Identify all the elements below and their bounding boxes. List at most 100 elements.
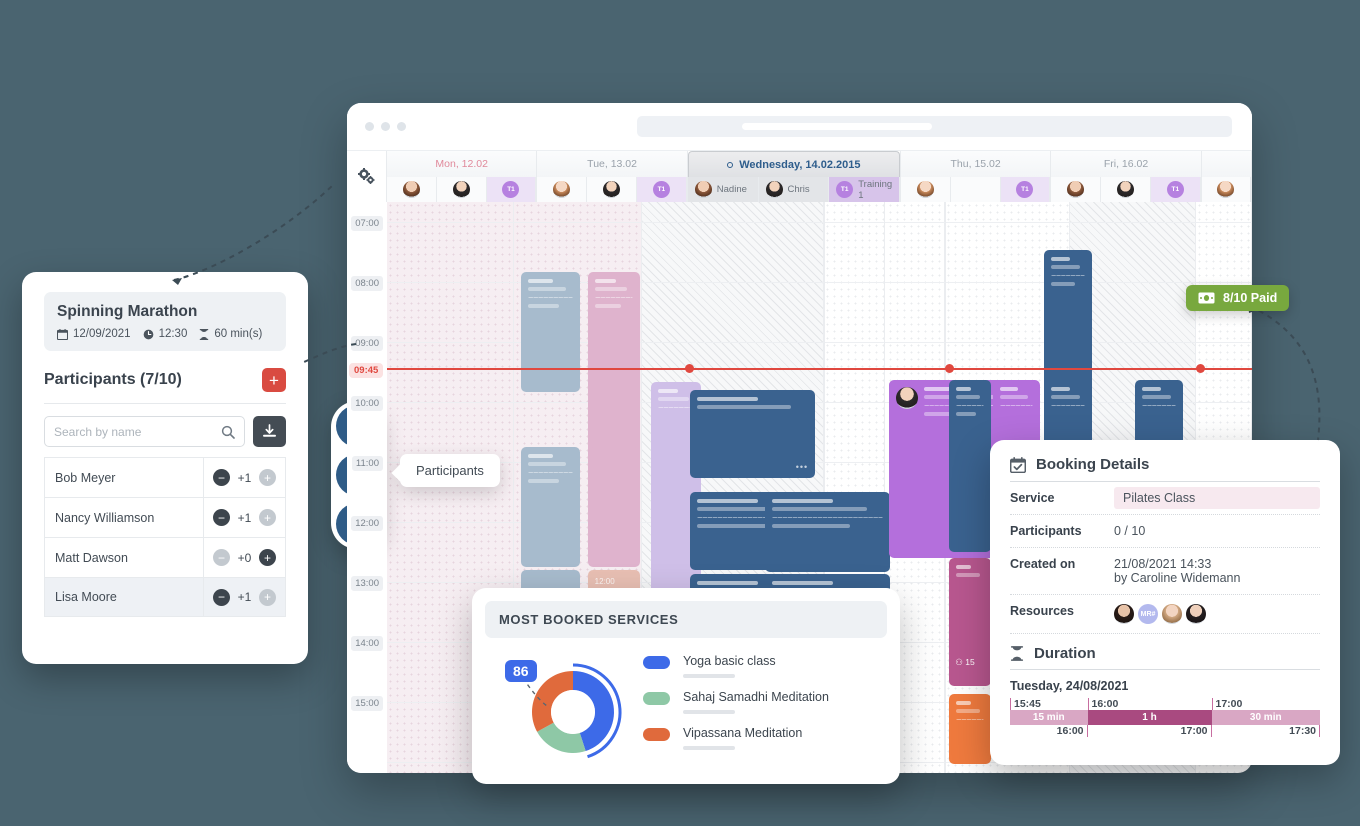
day-column-5[interactable]: [1202, 151, 1252, 202]
calendar-event[interactable]: [521, 272, 580, 392]
resource-cell-3-0[interactable]: [901, 177, 951, 202]
event-more-icon[interactable]: •••: [796, 462, 808, 472]
booking-details-title: Booking Details: [1036, 456, 1149, 473]
participant-name: Lisa Moore: [45, 590, 203, 604]
window-maximize-dot[interactable]: [397, 122, 406, 131]
participant-stepper[interactable]: −+1 +: [203, 498, 285, 537]
resource-avatar[interactable]: MR#: [1138, 604, 1158, 624]
calendar-event[interactable]: [949, 380, 991, 552]
participant-stepper[interactable]: −+1+: [203, 458, 285, 497]
calendar-event[interactable]: [521, 447, 580, 567]
resource-cell-1-1[interactable]: [587, 177, 637, 202]
event-text-line: [1142, 395, 1171, 399]
detail-value: Pilates Class: [1114, 487, 1320, 509]
event-text-line: [772, 507, 867, 511]
window-minimize-dot[interactable]: [381, 122, 390, 131]
grid-hour-line-3: [387, 402, 1252, 403]
participant-stepper[interactable]: −+1 +: [203, 578, 285, 616]
calendar-event[interactable]: •••: [690, 390, 815, 478]
event-text-line: [658, 389, 678, 393]
resource-avatar[interactable]: [1162, 604, 1182, 624]
participant-row[interactable]: Bob Meyer−+1+: [44, 457, 286, 497]
resource-avatar: [695, 181, 712, 198]
detail-key: Created on: [1010, 557, 1114, 571]
search-icon[interactable]: [221, 425, 235, 439]
window-controls[interactable]: [365, 122, 406, 131]
resource-cell-3-1[interactable]: [951, 177, 1001, 202]
event-content: [697, 397, 808, 409]
guest-count: +1: [237, 511, 252, 525]
booking-detail-row: Participants0 / 10: [1010, 515, 1320, 548]
calendar-event[interactable]: [949, 694, 991, 764]
search-input[interactable]: [54, 425, 221, 439]
increment-button[interactable]: +: [259, 469, 276, 486]
participant-row[interactable]: Matt Dawson−+0+: [44, 537, 286, 577]
time-label-14:00: 14:00: [351, 636, 383, 651]
participant-row[interactable]: Nancy Williamson−+1+: [44, 497, 286, 537]
add-participant-button[interactable]: +: [262, 368, 286, 392]
participant-stepper[interactable]: −+0+: [203, 538, 285, 577]
resource-cell-4-2[interactable]: T1: [1151, 177, 1201, 202]
day-title-2[interactable]: Wednesday, 14.02.2015: [688, 151, 900, 177]
resource-cell-1-0[interactable]: [537, 177, 587, 202]
calendar-event[interactable]: [588, 447, 640, 567]
window-close-dot[interactable]: [365, 122, 374, 131]
resource-cell-3-2[interactable]: T1: [1001, 177, 1051, 202]
event-avatar: [896, 387, 918, 409]
day-column-3[interactable]: Thu, 15.02T1: [901, 151, 1051, 202]
day-column-2[interactable]: Wednesday, 14.02.2015NadineChrisT1Traini…: [688, 151, 901, 202]
legend-item[interactable]: Vipassana Meditation: [643, 726, 879, 750]
detail-key: Participants: [1010, 524, 1114, 538]
guest-count: +1: [237, 590, 252, 604]
timeline-end-labels: 16:0017:0017:30: [1010, 725, 1320, 737]
decrement-button[interactable]: −: [213, 509, 230, 526]
day-title-0[interactable]: Mon, 12.02: [387, 151, 536, 177]
legend-swatch: [643, 656, 670, 669]
resource-cell-2-2[interactable]: T1Training 1: [829, 177, 900, 202]
decrement-button[interactable]: −: [213, 549, 230, 566]
event-text-line: [1051, 275, 1085, 276]
participants-heading-row: Participants (7/10) +: [44, 368, 286, 404]
participant-row[interactable]: Lisa Moore−+1 +: [44, 577, 286, 617]
resource-cell-0-0[interactable]: [387, 177, 437, 202]
event-text-line: [1142, 405, 1176, 406]
resource-avatar[interactable]: [1114, 604, 1134, 624]
day-title-5[interactable]: [1202, 151, 1251, 177]
resource-cell-1-2[interactable]: T1: [637, 177, 687, 202]
legend-item[interactable]: Sahaj Samadhi Meditation: [643, 690, 879, 714]
day-column-1[interactable]: Tue, 13.02T1: [537, 151, 687, 202]
resource-cell-0-1[interactable]: [437, 177, 487, 202]
event-content: [1000, 387, 1034, 406]
resource-cell-4-0[interactable]: [1051, 177, 1101, 202]
resource-cell-0-2[interactable]: T1: [487, 177, 537, 202]
event-content: [956, 565, 984, 577]
legend-subbar: [683, 746, 735, 750]
decrement-button[interactable]: −: [213, 469, 230, 486]
resource-avatar[interactable]: [1186, 604, 1206, 624]
decrement-button[interactable]: −: [213, 589, 230, 606]
day-column-4[interactable]: Fri, 16.02T1: [1051, 151, 1201, 202]
day-title-4[interactable]: Fri, 16.02: [1051, 151, 1200, 177]
download-button[interactable]: [253, 416, 286, 447]
calendar-event[interactable]: ⚇ 15: [949, 558, 991, 686]
event-content: [528, 454, 573, 483]
day-column-0[interactable]: Mon, 12.02T1: [387, 151, 537, 202]
day-title-3[interactable]: Thu, 15.02: [901, 151, 1050, 177]
legend-item[interactable]: Yoga basic class: [643, 654, 879, 678]
booking-detail-row: Created on21/08/2021 14:33by Caroline Wi…: [1010, 548, 1320, 595]
resource-cell-4-1[interactable]: [1101, 177, 1151, 202]
event-text-line: [1051, 265, 1080, 269]
address-bar[interactable]: [637, 116, 1232, 137]
resource-cell-2-1[interactable]: Chris: [759, 177, 830, 202]
day-title-1[interactable]: Tue, 13.02: [537, 151, 686, 177]
resources-avatars[interactable]: MR#: [1114, 604, 1206, 624]
resource-cell-2-0[interactable]: Nadine: [688, 177, 759, 202]
connector-right: [1240, 300, 1340, 450]
resource-cell-5-0[interactable]: [1202, 177, 1251, 202]
increment-button[interactable]: +: [259, 589, 276, 606]
calendar-settings-button[interactable]: [347, 151, 387, 202]
increment-button[interactable]: +: [259, 509, 276, 526]
search-box[interactable]: [44, 416, 245, 447]
increment-button[interactable]: +: [259, 549, 276, 566]
calendar-event[interactable]: [765, 492, 890, 572]
